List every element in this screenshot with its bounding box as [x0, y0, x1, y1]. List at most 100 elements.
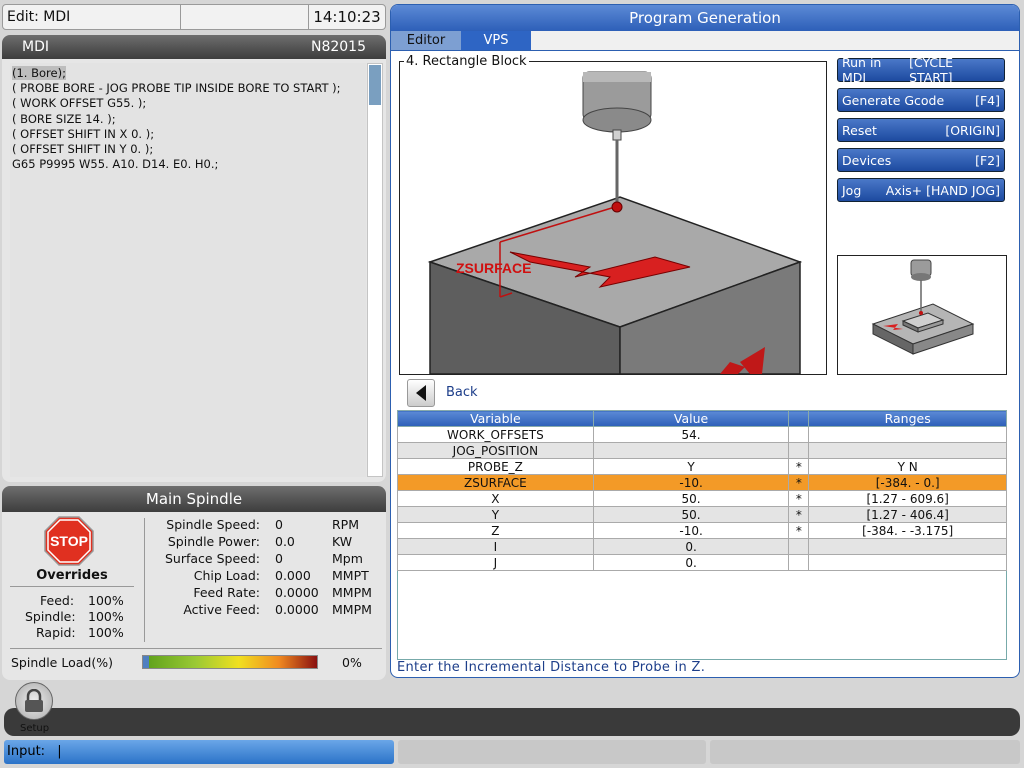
cell-variable: Z — [397, 522, 594, 539]
cell-value[interactable] — [592, 442, 790, 459]
spindle-panel: Main Spindle STOP Overrides Feed: 100% S… — [2, 486, 386, 680]
clock: 14:10:23 — [313, 8, 381, 26]
zsurface-annotation: ZSURFACE — [456, 260, 531, 276]
probe-thumbnail — [837, 255, 1007, 375]
cell-value[interactable]: 0. — [592, 538, 790, 555]
override-spindle-value: 100% — [88, 609, 124, 624]
cell-range — [808, 554, 1007, 571]
jog-button[interactable]: Jog Axis+ [HAND JOG] — [837, 178, 1005, 202]
status-bar: Edit: MDI 14:10:23 — [2, 4, 386, 30]
cell-range: Y N — [808, 458, 1007, 475]
probe-rectangle-block-image: ZSURFACE — [427, 71, 803, 375]
active-feed-value: 0.0000 — [275, 602, 319, 617]
back-label[interactable]: Back — [446, 385, 478, 400]
spindle-speed-unit: RPM — [332, 517, 360, 532]
spindle-speed-label: Spindle Speed: — [166, 517, 260, 532]
chip-load-unit: MMPT — [332, 568, 369, 583]
cell-flag: * — [788, 506, 810, 523]
header-value: Value — [592, 410, 790, 427]
mode-label: Edit: MDI — [3, 5, 181, 29]
code-line[interactable]: ( WORK OFFSET G55. ); — [12, 96, 364, 111]
cell-value[interactable]: -10. — [592, 474, 790, 491]
table-row[interactable]: JOG_POSITION — [397, 442, 1007, 459]
cell-flag: * — [788, 458, 810, 475]
scrollbar-thumb[interactable] — [369, 65, 381, 105]
override-feed-label: Feed: — [40, 593, 75, 608]
cell-flag — [788, 554, 810, 571]
surface-speed-value: 0 — [275, 551, 283, 566]
button-label: Devices — [842, 152, 892, 168]
code-line[interactable]: (1. Bore); — [12, 66, 364, 81]
reset-button[interactable]: Reset [ORIGIN] — [837, 118, 1005, 142]
table-row[interactable]: Z -10. * [-384. - -3.175] — [397, 522, 1007, 539]
cell-flag: * — [788, 474, 810, 491]
cell-variable: WORK_OFFSETS — [397, 426, 594, 443]
button-key: Axis+ [HAND JOG] — [885, 182, 1000, 198]
spindle-speed-value: 0 — [275, 517, 283, 532]
table-row[interactable]: WORK_OFFSETS 54. — [397, 426, 1007, 443]
table-row[interactable]: X 50. * [1.27 - 609.6] — [397, 490, 1007, 507]
variables-table: Variable Value Ranges WORK_OFFSETS 54. JO… — [397, 410, 1007, 571]
spindle-power-value: 0.0 — [275, 534, 295, 549]
cell-flag — [788, 442, 810, 459]
lock-icon — [25, 689, 43, 712]
button-key: [F4] — [975, 92, 1000, 108]
header-ranges: Ranges — [808, 410, 1007, 427]
code-line[interactable]: G65 P9995 W55. A10. D14. E0. H0.; — [12, 157, 364, 172]
status-message — [181, 5, 309, 29]
table-row-selected[interactable]: ZSURFACE -10. * [-384. - 0.] — [397, 474, 1007, 491]
cell-flag: * — [788, 490, 810, 507]
table-row[interactable]: Y 50. * [1.27 - 406.4] — [397, 506, 1007, 523]
probe-illustration: ZSURFACE 4. Rectangle Block — [399, 54, 827, 375]
setup-button[interactable] — [15, 682, 53, 720]
code-line[interactable]: ( OFFSET SHIFT IN Y 0. ); — [12, 142, 364, 157]
code-line-highlight: (1. Bore); — [12, 66, 66, 80]
code-line[interactable]: ( OFFSET SHIFT IN X 0. ); — [12, 127, 364, 142]
button-label: Generate Gcode — [842, 92, 945, 108]
cell-value[interactable]: -10. — [592, 522, 790, 539]
run-in-mdi-button[interactable]: Run in MDI [CYCLE START] — [837, 55, 1005, 85]
spindle-load-indicator — [143, 656, 149, 668]
back-arrow-icon — [416, 385, 426, 401]
spindle-load-bar — [142, 655, 318, 669]
devices-button[interactable]: Devices [F2] — [837, 148, 1005, 172]
status-field — [398, 740, 706, 764]
table-row[interactable]: I 0. — [397, 538, 1007, 555]
table-header-row: Variable Value Ranges — [397, 410, 1007, 427]
button-label: Jog — [842, 182, 862, 198]
surface-speed-label: Surface Speed: — [165, 551, 260, 566]
override-rapid-value: 100% — [88, 625, 124, 640]
tab-editor[interactable]: Editor — [391, 31, 461, 50]
cell-variable: ZSURFACE — [397, 474, 594, 491]
mdi-editor[interactable]: (1. Bore); ( PROBE BORE - JOG PROBE TIP … — [10, 63, 366, 477]
cell-value[interactable]: 50. — [592, 490, 790, 507]
table-row[interactable]: J 0. — [397, 554, 1007, 571]
overrides-title: Overrides — [10, 568, 134, 587]
generate-gcode-button[interactable]: Generate Gcode [F4] — [837, 88, 1005, 112]
cell-value[interactable]: 0. — [592, 554, 790, 571]
mdi-title: MDI — [22, 39, 49, 55]
cell-flag — [788, 426, 810, 443]
setup-label: Setup — [20, 723, 50, 734]
surface-speed-unit: Mpm — [332, 551, 363, 566]
feed-rate-value: 0.0000 — [275, 585, 319, 600]
cell-value[interactable]: 50. — [592, 506, 790, 523]
table-row[interactable]: PROBE_Z Y * Y N — [397, 458, 1007, 475]
stop-icon: STOP — [44, 516, 94, 566]
cell-variable: PROBE_Z — [397, 458, 594, 475]
tab-vps[interactable]: VPS — [461, 31, 531, 50]
spindle-header: Main Spindle — [2, 486, 386, 512]
cell-flag: * — [788, 522, 810, 539]
stop-label: STOP — [50, 533, 88, 549]
code-line[interactable]: ( PROBE BORE - JOG PROBE TIP INSIDE BORE… — [12, 81, 364, 96]
code-line[interactable]: ( BORE SIZE 14. ); — [12, 112, 364, 127]
mdi-scrollbar[interactable] — [367, 63, 383, 477]
input-field[interactable]: Input: | — [4, 740, 394, 764]
back-button[interactable] — [407, 379, 435, 407]
cell-value[interactable]: Y — [592, 458, 790, 475]
cell-value[interactable]: 54. — [592, 426, 790, 443]
chip-load-label: Chip Load: — [193, 568, 260, 583]
cell-range — [808, 442, 1007, 459]
mdi-header: MDI N82015 — [2, 35, 386, 59]
program-generation-title: Program Generation — [391, 5, 1019, 31]
